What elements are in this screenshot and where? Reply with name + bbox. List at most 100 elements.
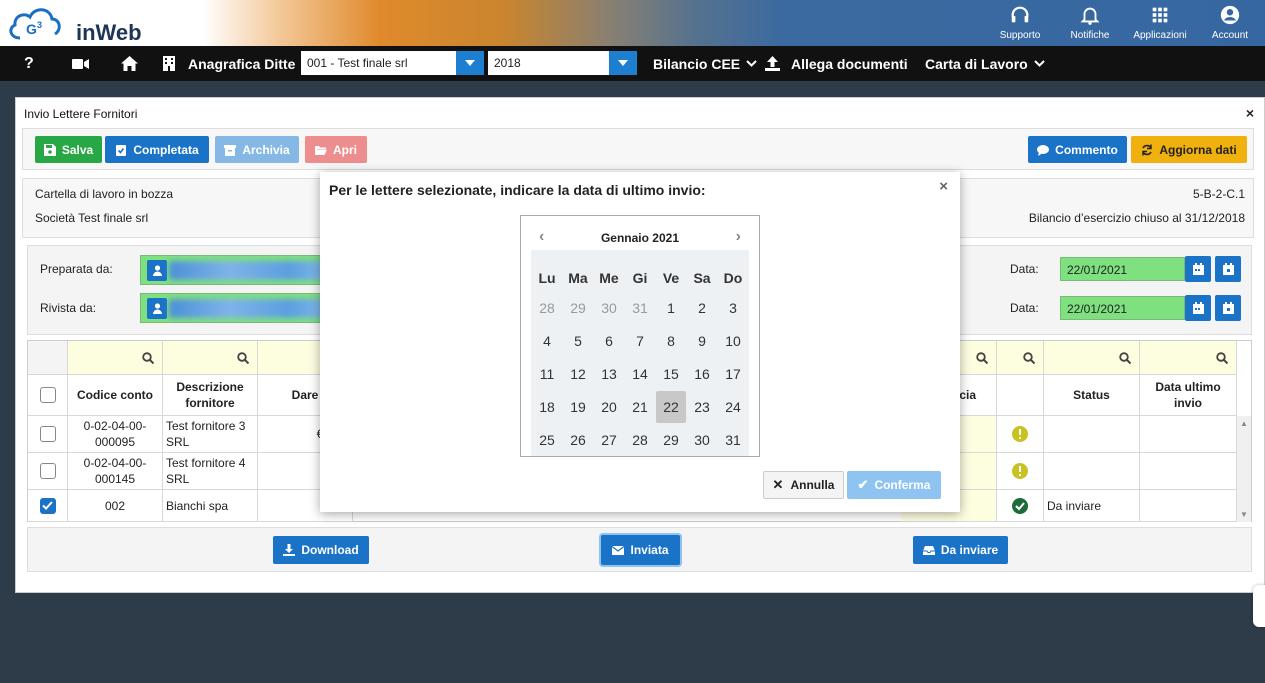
calendar-day[interactable]: 21 (625, 391, 655, 423)
archivia-button[interactable]: Archivia (215, 136, 299, 163)
warning-icon (1012, 426, 1028, 442)
aggiorna-dati-button[interactable]: Aggiorna dati (1131, 136, 1247, 163)
calendar-day[interactable]: 31 (718, 424, 748, 456)
calendar-day[interactable]: 11 (532, 358, 562, 390)
calendar-day[interactable]: 7 (625, 325, 655, 357)
download-icon (283, 544, 296, 556)
calendar-day[interactable]: 25 (532, 424, 562, 456)
calendar-day[interactable]: 26 (563, 424, 593, 456)
calendar-day[interactable]: 13 (594, 358, 624, 390)
calendar-day[interactable]: 6 (594, 325, 624, 357)
calendar-day[interactable]: 18 (532, 391, 562, 423)
header-codice[interactable]: Codice conto (68, 375, 163, 416)
calendar-day[interactable]: 17 (718, 358, 748, 390)
scroll-down-icon[interactable]: ▼ (1240, 510, 1248, 519)
calendar-day[interactable]: 14 (625, 358, 655, 390)
inviata-button[interactable]: Inviata (601, 535, 680, 565)
calendar-day[interactable]: 15 (656, 358, 686, 390)
panel-toolbar: Salva Completata Archivia Apri Commento … (22, 128, 1254, 170)
side-panel-handle[interactable] (1253, 585, 1265, 627)
calendar-day[interactable]: 5 (563, 325, 593, 357)
completata-button[interactable]: Completata (105, 136, 209, 163)
calendar-day[interactable]: 29 (563, 292, 593, 324)
calendar-day[interactable]: 19 (563, 391, 593, 423)
datepicker-month[interactable]: Gennaio 2021 (601, 231, 679, 245)
filter-data-invio[interactable] (1140, 341, 1237, 375)
select-all-checkbox[interactable] (39, 387, 56, 403)
header-descrizione[interactable]: Descrizione fornitore (163, 375, 258, 416)
calendar-today-icon[interactable] (1215, 256, 1241, 282)
company-text: Società Test finale srl (35, 211, 149, 225)
calendar-day[interactable]: 1 (656, 292, 686, 324)
download-button[interactable]: Download (273, 536, 369, 564)
anagrafica-ditte-link[interactable]: Anagrafica Ditte (163, 46, 295, 81)
table-footer: Download Inviata Da inviare (27, 527, 1252, 572)
calendar-icon[interactable] (1185, 256, 1211, 282)
allega-label: Allega documenti (791, 55, 908, 72)
rivista-date-input[interactable]: 22/01/2021 (1060, 296, 1185, 320)
calendar-day[interactable]: 30 (687, 424, 717, 456)
filter-icon-col[interactable] (997, 341, 1044, 375)
filter-status[interactable] (1044, 341, 1140, 375)
calendar-day[interactable]: 8 (656, 325, 686, 357)
search-icon (1216, 351, 1228, 364)
next-month-icon[interactable]: › (736, 228, 741, 246)
applications-button[interactable]: Applicazioni (1125, 0, 1195, 46)
bilancio-cee-menu[interactable]: Bilancio CEE (653, 46, 757, 81)
row-checkbox[interactable] (39, 463, 56, 479)
calendar-today-icon[interactable] (1215, 295, 1241, 321)
conferma-button[interactable]: ✔ Conferma (847, 471, 941, 499)
table-scrollbar[interactable]: ▲ ▼ (1237, 416, 1251, 522)
calendar-day[interactable]: 16 (687, 358, 717, 390)
calendar-day-selected[interactable]: 22 (656, 391, 686, 423)
row-checkbox-checked[interactable] (39, 497, 56, 514)
row-checkbox[interactable] (39, 426, 56, 442)
account-button[interactable]: Account (1195, 0, 1265, 46)
calendar-day[interactable]: 12 (563, 358, 593, 390)
calendar-day[interactable]: 20 (594, 391, 624, 423)
da-inviare-button[interactable]: Da inviare (913, 536, 1008, 564)
header-status[interactable]: Status (1044, 375, 1140, 416)
scroll-up-icon[interactable]: ▲ (1240, 419, 1248, 428)
calendar-day[interactable]: 28 (532, 292, 562, 324)
calendar-day[interactable]: 28 (625, 424, 655, 456)
calendar-day[interactable]: 30 (594, 292, 624, 324)
help-button[interactable]: ? (24, 46, 34, 81)
chevron-down-icon (746, 60, 757, 67)
prev-month-icon[interactable]: ‹ (539, 228, 544, 246)
close-icon[interactable]: × (1246, 105, 1254, 121)
calendar-day[interactable]: 9 (687, 325, 717, 357)
calendar-day[interactable]: 10 (718, 325, 748, 357)
allega-documenti-link[interactable]: Allega documenti (765, 46, 908, 81)
year-select[interactable]: 2018 (488, 51, 637, 75)
save-button[interactable]: Salva (35, 136, 102, 163)
completata-label: Completata (133, 142, 199, 157)
support-button[interactable]: Supporto (985, 0, 1055, 46)
calendar-day[interactable]: 23 (687, 391, 717, 423)
header-data-invio[interactable]: Data ultimo invio (1140, 375, 1237, 416)
search-icon (142, 351, 154, 364)
annulla-button[interactable]: ✕ Annulla (763, 471, 844, 499)
notifications-button[interactable]: Notifiche (1055, 0, 1125, 46)
calendar-day[interactable]: 27 (594, 424, 624, 456)
close-icon[interactable]: × (939, 178, 948, 195)
carta-di-lavoro-menu[interactable]: Carta di Lavoro (925, 46, 1045, 81)
annulla-label: Annulla (790, 478, 835, 492)
video-button[interactable] (72, 46, 90, 81)
calendar-day[interactable]: 3 (718, 292, 748, 324)
calendar-day[interactable]: 29 (656, 424, 686, 456)
comment-icon (1037, 144, 1050, 156)
calendar-day[interactable]: 2 (687, 292, 717, 324)
user-icon (147, 260, 167, 281)
home-button[interactable] (121, 46, 138, 81)
calendar-icon[interactable] (1185, 295, 1211, 321)
filter-descrizione[interactable] (163, 341, 258, 375)
calendar-day[interactable]: 24 (718, 391, 748, 423)
calendar-day[interactable]: 31 (625, 292, 655, 324)
apri-button[interactable]: Apri (305, 136, 367, 163)
filter-codice[interactable] (68, 341, 163, 375)
calendar-day[interactable]: 4 (532, 325, 562, 357)
commento-button[interactable]: Commento (1028, 136, 1127, 163)
company-select[interactable]: 001 - Test finale srl (301, 51, 484, 75)
preparata-date-input[interactable]: 22/01/2021 (1060, 257, 1185, 281)
